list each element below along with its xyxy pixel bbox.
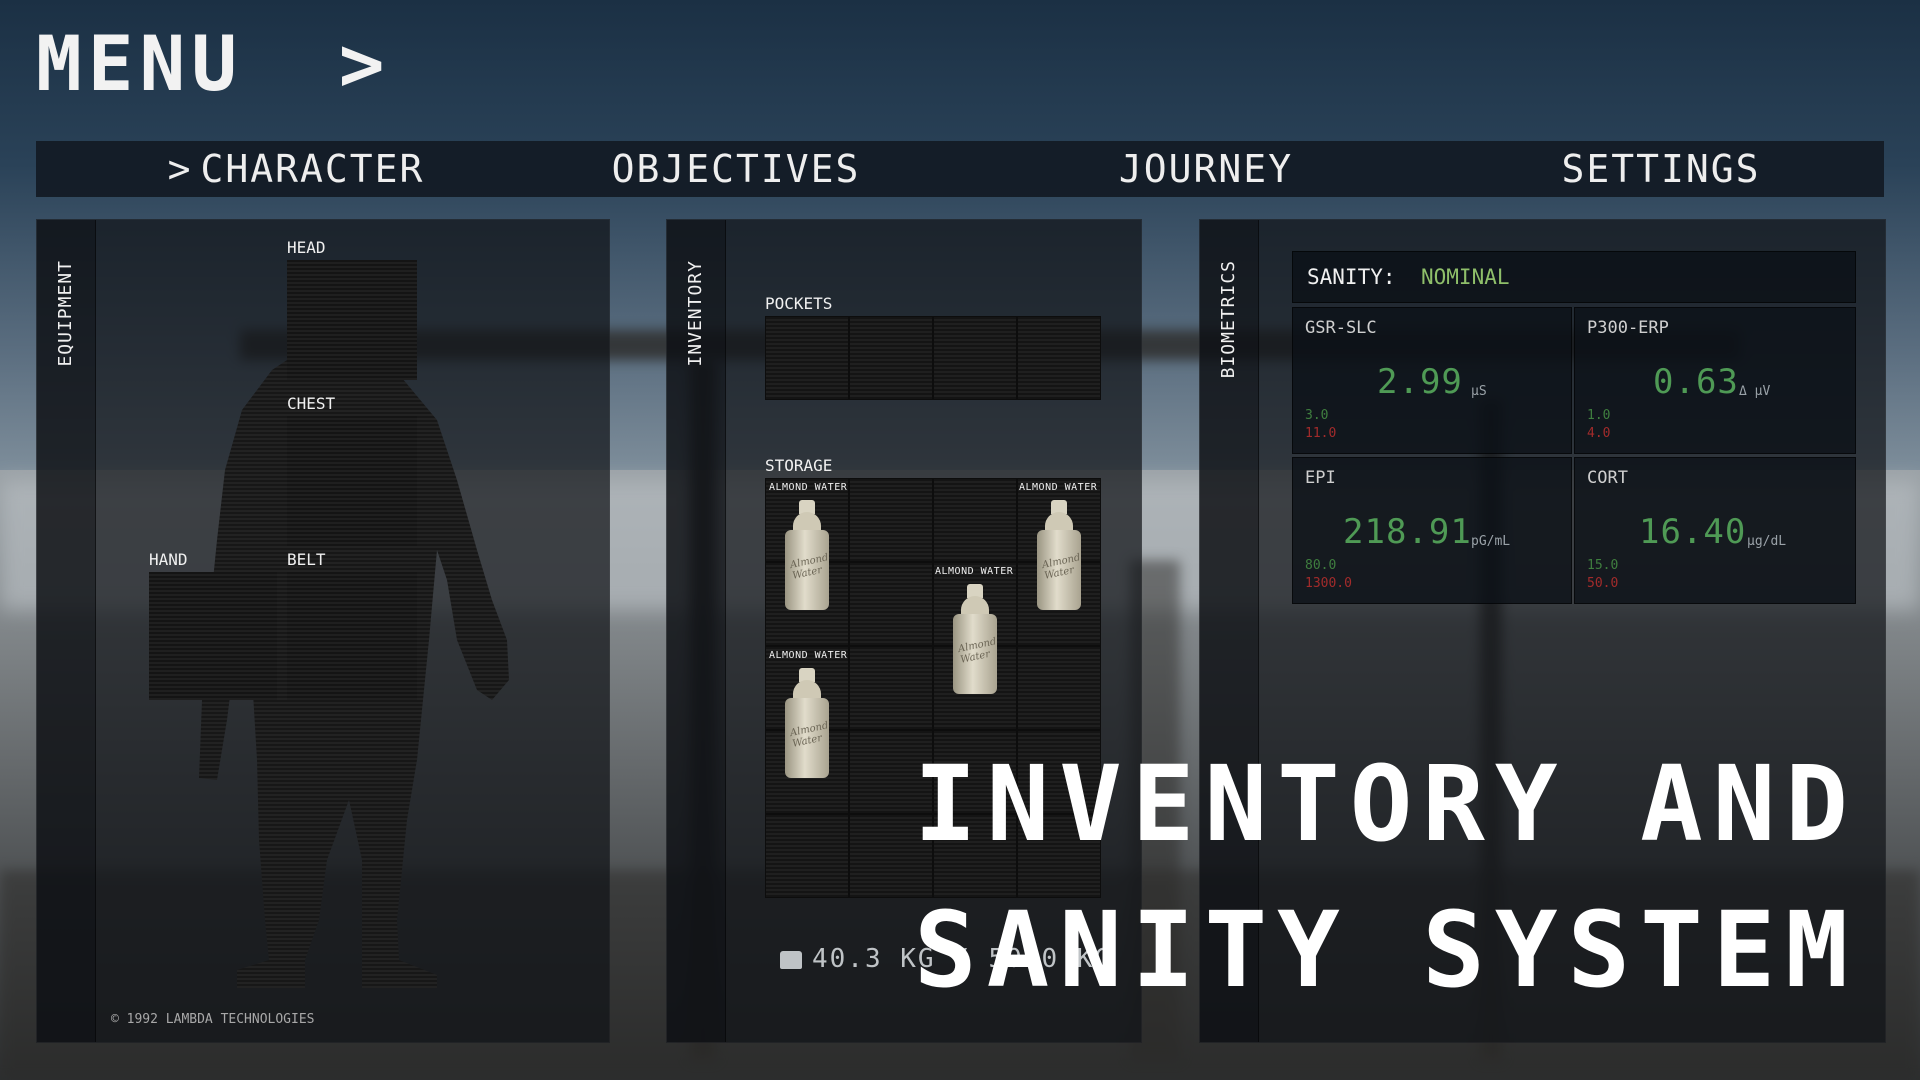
tab-bar: > CHARACTER OBJECTIVES JOURNEY SETTINGS [36,141,1884,197]
belt-slot-label: BELT [287,550,326,569]
metric-low-threshold: 3.0 [1305,408,1329,423]
weight-icon [780,950,802,969]
storage-slot[interactable] [849,646,933,730]
copyright-text: © 1992 LAMBDA TECHNOLOGIES [111,1012,315,1027]
metric-high-threshold: 1300.0 [1305,576,1352,591]
metric-value: 218.91 [1343,512,1472,552]
head-slot-label: HEAD [287,238,326,257]
metric-card-cort: CORT 16.40 μg/dL 15.0 50.0 [1574,457,1856,604]
tab-journey[interactable]: JOURNEY [1096,141,1316,197]
item-label: ALMOND WATER [1019,482,1098,493]
hand-slot[interactable] [149,572,277,700]
almond-water-bottle-icon: Almond Water [953,584,997,694]
belt-slot[interactable] [287,572,417,700]
metric-value: 0.63 [1653,362,1739,402]
metric-name: EPI [1305,468,1336,488]
storage-label: STORAGE [765,456,833,475]
pockets-grid [765,316,1101,400]
pocket-slot[interactable] [849,316,933,400]
storage-slot[interactable] [765,814,849,898]
tab-label: SETTINGS [1561,147,1761,191]
metric-unit: μS [1471,384,1487,399]
inventory-panel-label: INVENTORY [685,260,706,367]
overlay-title-line-1: INVENTORY AND [914,743,1858,865]
metric-unit: μg/dL [1747,534,1787,549]
sanity-label: SANITY: [1307,265,1396,289]
metric-name: CORT [1587,468,1628,488]
tab-settings[interactable]: SETTINGS [1546,141,1776,197]
pocket-slot[interactable] [765,316,849,400]
almond-water-bottle-icon: Almond Water [785,500,829,610]
item-label: ALMOND WATER [935,566,1014,577]
chest-slot-label: CHEST [287,394,336,413]
tab-label: OBJECTIVES [611,147,861,191]
tab-label: JOURNEY [1118,147,1294,191]
menu-title-label: MENU [36,19,244,108]
tab-character[interactable]: > CHARACTER [146,141,446,197]
chest-slot[interactable] [287,416,417,546]
biometrics-panel-label: BIOMETRICS [1218,260,1239,379]
metric-card-p300-erp: P300-ERP 0.63 Δ μV 1.0 4.0 [1574,307,1856,454]
sanity-status-value: NOMINAL [1421,265,1510,289]
item-label: ALMOND WATER [769,482,848,493]
metric-card-gsr-slc: GSR-SLC 2.99 μS 3.0 11.0 [1292,307,1572,454]
inventory-item-almond-water[interactable]: ALMOND WATER Almond Water [1017,478,1101,646]
inventory-item-almond-water[interactable]: ALMOND WATER Almond Water [765,478,849,646]
hand-slot-label: HAND [149,550,188,569]
metric-unit: Δ μV [1739,384,1771,399]
metric-value: 2.99 [1377,362,1463,402]
pocket-slot[interactable] [1017,316,1101,400]
metric-unit: pG/mL [1471,534,1511,549]
metric-high-threshold: 11.0 [1305,426,1337,441]
storage-slot[interactable] [849,478,933,562]
almond-water-bottle-icon: Almond Water [785,668,829,778]
metric-value: 16.40 [1639,512,1747,552]
metric-low-threshold: 80.0 [1305,558,1337,573]
storage-slot[interactable] [1017,646,1101,730]
metric-low-threshold: 1.0 [1587,408,1611,423]
storage-slot[interactable] [849,562,933,646]
active-tab-chevron-icon: > [167,147,193,191]
pocket-slot[interactable] [933,316,1017,400]
inventory-item-almond-water[interactable]: ALMOND WATER Almond Water [933,562,1017,730]
storage-slot[interactable] [933,478,1017,562]
pockets-label: POCKETS [765,294,833,313]
equipment-panel: EQUIPMENT HEAD CHEST HAND BELT © 1992 LA… [36,219,610,1043]
menu-title[interactable]: MENU > [36,26,391,102]
inventory-side-strip: INVENTORY [667,220,726,1042]
almond-water-bottle-icon: Almond Water [1037,500,1081,610]
head-slot[interactable] [287,260,417,380]
metric-name: GSR-SLC [1305,318,1377,338]
tab-objectives[interactable]: OBJECTIVES [596,141,876,197]
tab-label: CHARACTER [200,147,425,191]
metric-low-threshold: 15.0 [1587,558,1619,573]
sanity-status-box: SANITY: NOMINAL [1292,251,1856,303]
metric-name: P300-ERP [1587,318,1669,338]
metric-high-threshold: 50.0 [1587,576,1619,591]
chevron-right-icon: > [338,19,391,108]
metric-card-epi: EPI 218.91 pG/mL 80.0 1300.0 [1292,457,1572,604]
item-label: ALMOND WATER [769,650,848,661]
metric-high-threshold: 4.0 [1587,426,1611,441]
inventory-item-almond-water[interactable]: ALMOND WATER Almond Water [765,646,849,814]
overlay-title-line-2: SANITY SYSTEM [914,889,1858,1011]
